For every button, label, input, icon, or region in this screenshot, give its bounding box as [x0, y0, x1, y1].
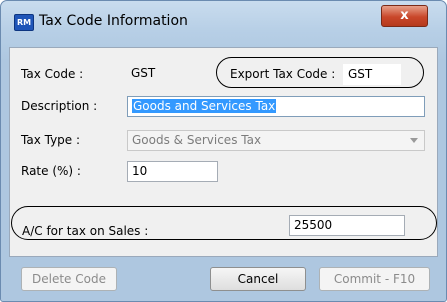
- commit-button[interactable]: Commit - F10: [319, 267, 430, 291]
- export-tax-code-highlight: [216, 57, 424, 88]
- form-panel: Tax Code : GST Export Tax Code : GST Des…: [9, 47, 438, 257]
- delete-code-button[interactable]: Delete Code: [21, 267, 117, 291]
- close-button[interactable]: x: [381, 5, 428, 27]
- description-label: Description :: [21, 99, 98, 113]
- button-bar: Delete Code Cancel Commit - F10: [9, 263, 438, 295]
- tax-code-dialog: RM Tax Code Information x Tax Code : GST…: [0, 0, 447, 302]
- cancel-button[interactable]: Cancel: [210, 267, 306, 291]
- rate-label: Rate (%) :: [21, 164, 81, 178]
- window-title: Tax Code Information: [39, 13, 188, 29]
- tax-type-label: Tax Type :: [21, 133, 81, 147]
- tax-code-label: Tax Code :: [21, 67, 84, 81]
- ac-sales-highlight: [11, 206, 437, 240]
- chevron-down-icon: [410, 138, 418, 143]
- rate-field[interactable]: 10: [127, 161, 218, 182]
- tax-type-value: Goods & Services Tax: [132, 133, 262, 147]
- tax-code-field: GST: [127, 64, 205, 85]
- title-bar[interactable]: RM Tax Code Information x: [1, 1, 446, 41]
- close-icon: x: [400, 8, 409, 23]
- tax-type-dropdown[interactable]: Goods & Services Tax: [127, 130, 425, 151]
- description-field[interactable]: Goods and Services Tax: [127, 96, 425, 117]
- description-value: Goods and Services Tax: [132, 99, 277, 113]
- app-icon: RM: [14, 14, 34, 31]
